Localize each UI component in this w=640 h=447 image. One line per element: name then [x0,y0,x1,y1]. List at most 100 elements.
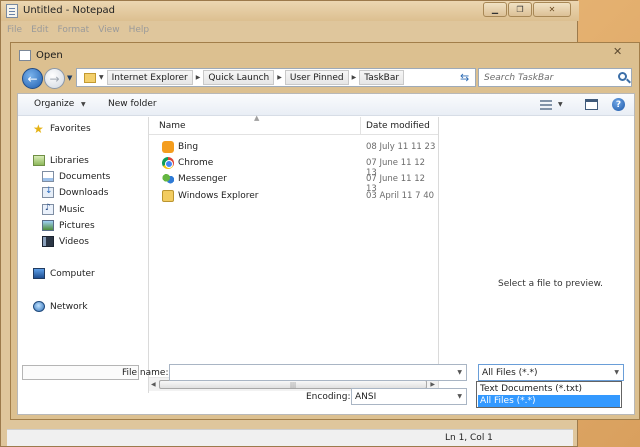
nav-videos[interactable]: Videos [42,236,89,247]
dialog-close-button[interactable]: ✕ [613,45,622,58]
scroll-left-icon[interactable]: ◀ [151,381,156,388]
notepad-titlebar[interactable]: Untitled - Notepad ▁ ❐ ✕ [1,1,579,21]
file-row-chrome[interactable]: Chrome 07 June 11 12 13 [149,155,438,178]
history-dropdown-icon[interactable]: ▼ [67,74,72,82]
nav-music[interactable]: Music [42,203,85,215]
column-date-modified[interactable]: Date modified [366,121,430,131]
option-text-documents[interactable]: Text Documents (*.txt) [478,383,620,395]
file-date: 08 July 11 11 23 [366,142,436,152]
menu-view[interactable]: View [98,25,119,35]
nav-network-label: Network [50,301,88,312]
column-divider[interactable] [360,117,361,135]
navigation-pane: ★ Favorites Libraries Documents Download… [18,117,148,380]
star-icon: ★ [33,122,44,136]
file-row-messenger[interactable]: Messenger 07 June 11 12 13 [149,171,438,194]
chevron-down-icon[interactable]: ▼ [457,369,462,376]
nav-documents[interactable]: Documents [42,171,110,182]
column-name[interactable]: Name [159,121,186,131]
nav-downloads-label: Downloads [59,187,109,198]
maximize-button[interactable]: ❐ [508,2,532,17]
open-dialog: Open ✕ ← → ▼ ▼ Internet Explorer ▶ Quick… [10,42,640,420]
forward-arrow-icon: → [49,71,60,86]
menu-format[interactable]: Format [58,25,90,35]
notepad-menubar: File Edit Format View Help [7,25,149,35]
close-button[interactable]: ✕ [533,2,571,17]
nav-libraries-label: Libraries [50,155,89,166]
file-type-dropdown: Text Documents (*.txt) All Files (*.*) [476,381,622,408]
sort-caret-icon: ▲ [254,114,260,122]
menu-help[interactable]: Help [129,25,150,35]
back-arrow-icon: ← [27,71,38,86]
file-row-windows-explorer[interactable]: Windows Explorer 03 April 11 7 40 [149,188,438,204]
forward-button[interactable]: → [44,68,65,89]
scroll-right-icon[interactable]: ▶ [430,381,435,388]
file-list: ▲ Name Date modified Bing 08 July 11 11 … [148,114,439,393]
encoding-value: ANSI [355,392,377,402]
network-icon [33,301,45,312]
file-name: Windows Explorer [178,191,259,201]
encoding-label: Encoding: [306,392,351,402]
nav-videos-label: Videos [59,236,89,247]
nav-favorites[interactable]: ★ Favorites [33,123,91,135]
option-all-files[interactable]: All Files (*.*) [478,395,620,407]
address-bar[interactable]: ▼ Internet Explorer ▶ Quick Launch ▶ Use… [76,68,514,87]
new-folder-button[interactable]: New folder [108,99,157,109]
file-name: Messenger [178,174,227,184]
file-type-select[interactable]: All Files (*.*) ▼ [478,364,624,381]
view-options-icon[interactable] [540,100,552,110]
computer-icon [33,268,45,279]
nav-computer[interactable]: Computer [33,268,95,279]
column-header: ▲ Name Date modified [149,114,438,135]
back-button[interactable]: ← [22,68,43,89]
nav-network[interactable]: Network [33,301,88,312]
nav-pictures[interactable]: Pictures [42,220,95,231]
file-name-label: File name: [122,368,169,378]
videos-icon [42,236,54,247]
search-input[interactable]: Search TaskBar [484,73,553,83]
pictures-icon [42,220,54,231]
breadcrumb-internet-explorer[interactable]: Internet Explorer [106,70,193,85]
chevron-down-icon[interactable]: ▼ [614,369,619,376]
organize-button[interactable]: Organize [34,99,74,109]
preview-pane: Select a file to preview. [439,117,634,393]
breadcrumb-taskbar[interactable]: TaskBar [359,70,405,85]
search-box[interactable]: Search TaskBar [478,68,632,87]
breadcrumb-user-pinned[interactable]: User Pinned [284,70,349,85]
preview-pane-icon[interactable] [585,99,598,110]
menu-file[interactable]: File [7,25,22,35]
downloads-icon [42,186,54,198]
preview-message: Select a file to preview. [498,279,603,289]
refresh-icon[interactable]: ⇆ [460,71,469,84]
nav-downloads[interactable]: Downloads [42,186,109,198]
folder-icon [84,72,96,83]
file-type-value: All Files (*.*) [482,368,538,378]
libraries-icon [33,155,45,166]
dialog-icon [19,50,31,61]
nav-favorites-label: Favorites [50,124,91,134]
breadcrumb-quick-launch[interactable]: Quick Launch [203,70,275,85]
minimize-button[interactable]: ▁ [483,2,507,17]
file-row-bing[interactable]: Bing 08 July 11 11 23 [149,139,438,155]
notepad-icon [6,4,18,18]
file-name: Chrome [178,158,214,168]
file-name-field[interactable]: ▼ [169,364,467,381]
chevron-down-icon[interactable]: ▼ [96,74,107,81]
menu-edit[interactable]: Edit [31,25,48,35]
chevron-down-icon[interactable]: ▼ [457,393,462,400]
chrome-icon [162,157,174,169]
search-icon[interactable] [618,72,627,81]
nav-computer-label: Computer [50,268,95,279]
dialog-title: Open [36,50,63,61]
chevron-down-icon[interactable]: ▼ [81,101,86,108]
nav-libraries[interactable]: Libraries [33,155,89,166]
help-icon[interactable]: ? [612,98,625,111]
bing-icon [162,141,174,153]
chevron-right-icon[interactable]: ▶ [274,74,285,81]
encoding-select[interactable]: ANSI ▼ [351,388,467,405]
chevron-down-icon[interactable]: ▼ [558,101,563,108]
chevron-right-icon[interactable]: ▶ [349,74,360,81]
grip-icon: ||| [290,382,297,389]
file-name: Bing [178,142,199,152]
chevron-right-icon[interactable]: ▶ [193,74,204,81]
nav-music-label: Music [59,204,85,215]
